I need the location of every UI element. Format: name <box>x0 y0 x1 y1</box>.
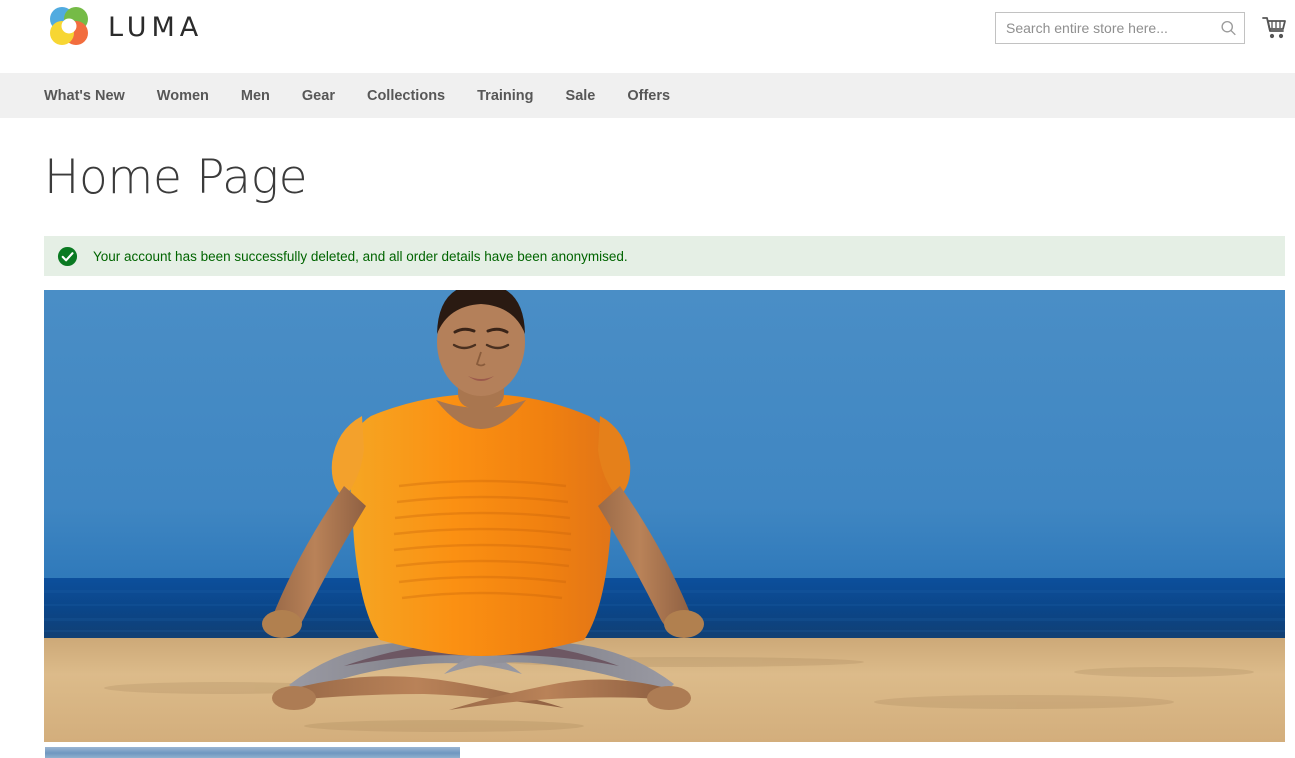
nav-item-men[interactable]: Men <box>241 88 270 104</box>
success-check-icon <box>57 246 78 266</box>
horizontal-scrollbar-thumb[interactable] <box>45 747 460 758</box>
success-message-text: Your account has been successfully delet… <box>93 248 628 264</box>
luma-pinwheel-logo-icon <box>50 7 88 45</box>
site-header: LUMA <box>0 0 1295 73</box>
nav-item-training[interactable]: Training <box>477 88 533 104</box>
search-input[interactable] <box>996 13 1244 43</box>
nav-item-whats-new[interactable]: What's New <box>44 88 125 104</box>
logo[interactable]: LUMA <box>44 2 203 52</box>
search-box[interactable] <box>995 12 1245 44</box>
shopping-cart-icon[interactable] <box>1261 15 1287 41</box>
nav-item-offers[interactable]: Offers <box>627 88 670 104</box>
logo-text: LUMA <box>108 11 204 43</box>
nav-item-gear[interactable]: Gear <box>302 88 335 104</box>
hero-banner[interactable] <box>44 290 1285 742</box>
hero-image <box>44 290 1285 742</box>
nav-item-collections[interactable]: Collections <box>367 88 445 104</box>
success-message-banner: Your account has been successfully delet… <box>44 236 1285 276</box>
nav-item-sale[interactable]: Sale <box>566 88 596 104</box>
horizontal-scrollbar-track[interactable] <box>0 747 1295 758</box>
header-actions <box>995 12 1287 44</box>
main-navigation: What's New Women Men Gear Collections Tr… <box>0 73 1295 118</box>
search-icon[interactable] <box>1220 20 1237 37</box>
page-title: Home Page <box>44 150 308 205</box>
nav-item-women[interactable]: Women <box>157 88 209 104</box>
